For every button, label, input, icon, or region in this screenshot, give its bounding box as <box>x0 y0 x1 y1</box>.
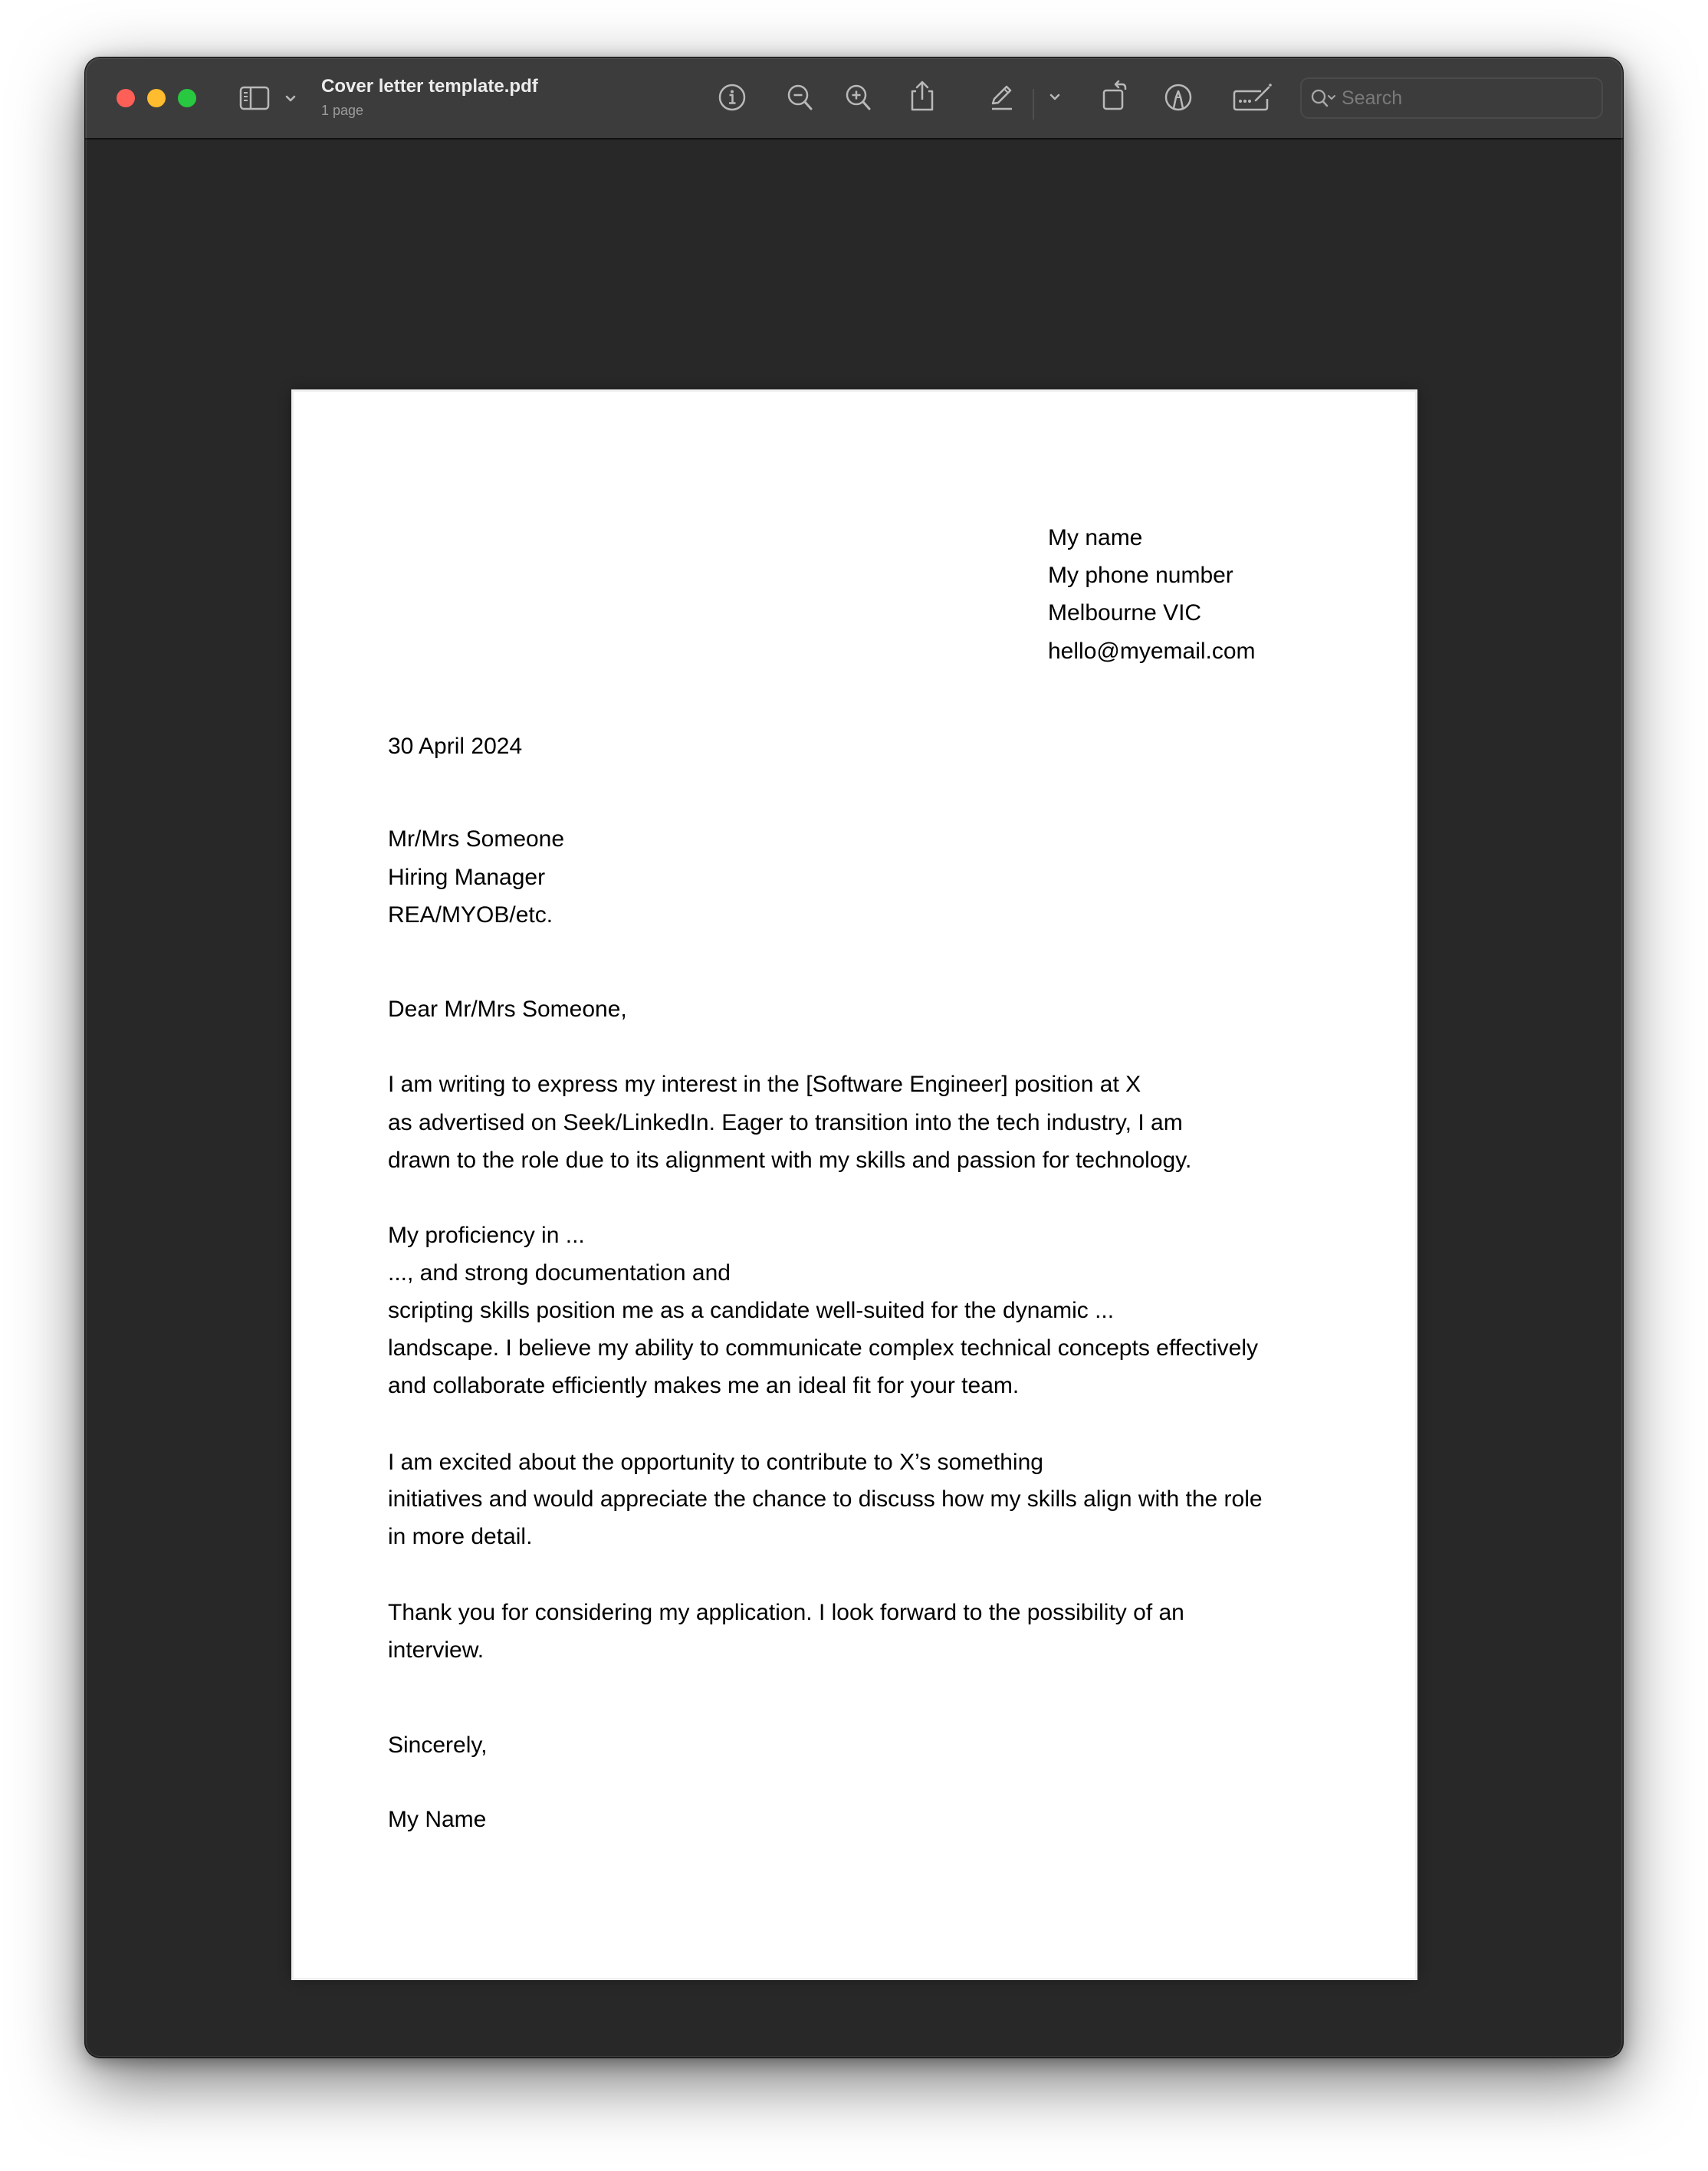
search-input[interactable] <box>1342 84 1587 113</box>
signature: My Name <box>388 1807 487 1832</box>
search-field[interactable] <box>1300 77 1603 119</box>
paragraph-1-line: I am writing to express my interest in t… <box>388 1072 1141 1097</box>
pdf-page: My name My phone number Melbourne VIC hello… <box>294 392 1415 1978</box>
maximize-button[interactable] <box>178 89 196 107</box>
sidebar-toggle-icon <box>238 85 271 111</box>
paragraph-2-line: and collaborate efficiently makes me an … <box>388 1373 1020 1398</box>
document-title: Cover letter template.pdf <box>321 76 538 97</box>
paragraph-1-line: as advertised on Seek/LinkedIn. Eager to… <box>388 1110 1183 1135</box>
chevron-down-icon <box>283 91 298 107</box>
paragraph-4-line: Thank you for considering my application… <box>388 1600 1184 1625</box>
zoom-in-icon <box>843 82 873 113</box>
document-viewer[interactable]: My name My phone number Melbourne VIC hello… <box>85 140 1623 2058</box>
rotate-left-icon <box>1101 79 1132 113</box>
paragraph-4-line: interview. <box>388 1637 484 1663</box>
preview-window: Cover letter template.pdf 1 page Search … <box>85 57 1623 2058</box>
page-count: 1 page <box>321 103 364 118</box>
close-button[interactable] <box>117 89 135 107</box>
paragraph-2-line: My proficiency in ... <box>388 1223 585 1248</box>
highlight-menu-button[interactable] <box>1047 90 1063 105</box>
sender-line: My name <box>1048 525 1143 550</box>
recipient-line: Hiring Manager <box>388 865 546 890</box>
pencil-highlight-icon <box>985 80 1019 114</box>
share-button[interactable] <box>906 79 937 113</box>
sidebar-menu-button[interactable] <box>283 91 298 107</box>
toolbar-divider <box>1033 89 1034 120</box>
markup-pen-icon <box>1163 82 1194 113</box>
paragraph-3-line: in more detail. <box>388 1524 533 1549</box>
markup-button[interactable] <box>1163 82 1194 113</box>
info-icon <box>717 82 747 113</box>
zoom-in-button[interactable] <box>843 82 873 113</box>
form-filling-icon <box>1230 82 1273 113</box>
sender-line: hello@myemail.com <box>1048 639 1256 664</box>
minimize-button[interactable] <box>147 89 166 107</box>
salutation: Dear Mr/Mrs Someone, <box>388 997 627 1022</box>
sender-line: My phone number <box>1048 563 1233 588</box>
paragraph-1-line: drawn to the role due to its alignment w… <box>388 1148 1192 1173</box>
paragraph-2-line: scripting skills position me as a candid… <box>388 1298 1115 1323</box>
zoom-out-icon <box>784 82 815 113</box>
zoom-out-button[interactable] <box>784 82 815 113</box>
paragraph-3-line: initiatives and would appreciate the cha… <box>388 1486 1263 1512</box>
chevron-down-icon <box>1047 90 1063 105</box>
toolbar: Cover letter template.pdf 1 page <box>85 57 1623 140</box>
highlight-button[interactable] <box>985 80 1019 114</box>
rotate-button[interactable] <box>1101 79 1132 113</box>
search-icon <box>1309 87 1340 110</box>
sender-line: Melbourne VIC <box>1048 600 1202 626</box>
recipient-line: Mr/Mrs Someone <box>388 826 565 852</box>
sidebar-toggle-button[interactable] <box>238 85 271 111</box>
paragraph-3-line: I am excited about the opportunity to co… <box>388 1450 1043 1475</box>
info-button[interactable] <box>717 82 747 113</box>
letter-date: 30 April 2024 <box>388 734 523 759</box>
share-icon <box>906 79 937 113</box>
paragraph-2-line: landscape. I believe my ability to commu… <box>388 1335 1259 1361</box>
form-filling-button[interactable] <box>1230 82 1273 113</box>
closing: Sincerely, <box>388 1733 488 1758</box>
recipient-line: REA/MYOB/etc. <box>388 902 553 928</box>
paragraph-2-line: ..., and strong documentation and <box>388 1260 731 1286</box>
